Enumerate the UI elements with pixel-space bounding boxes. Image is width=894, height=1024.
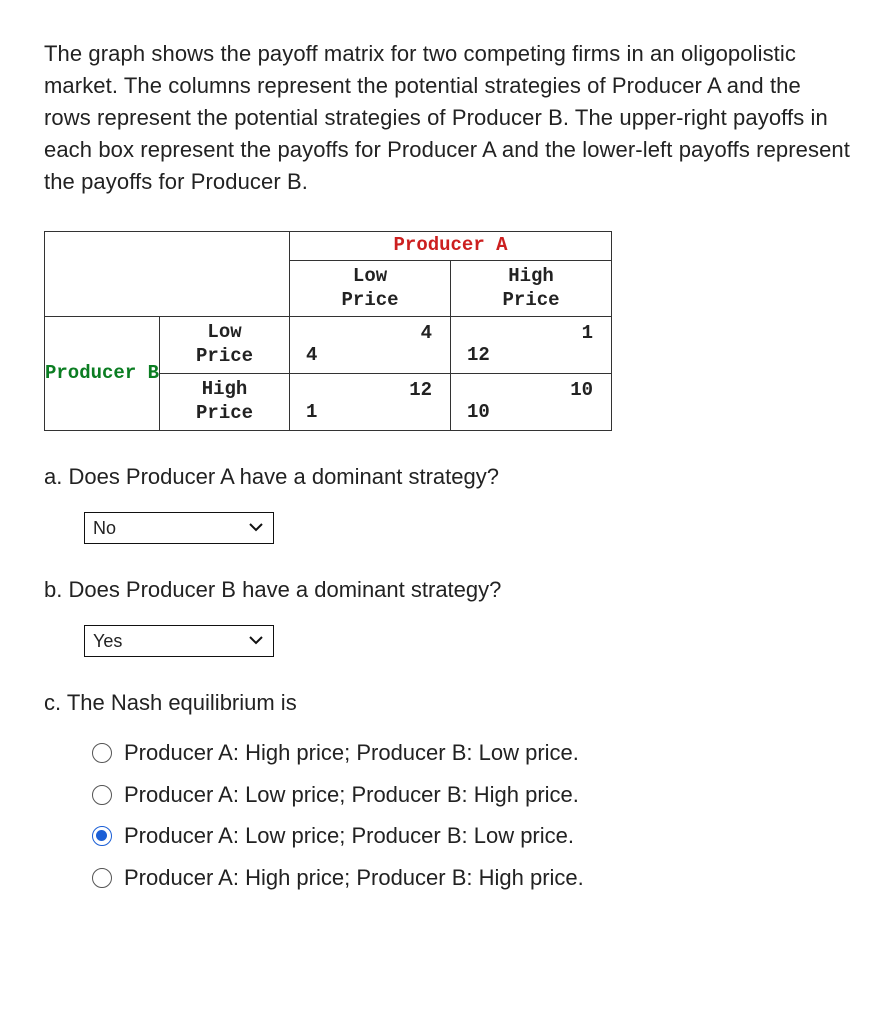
payoff-b: 10 xyxy=(467,399,490,427)
col-strategy-low: LowPrice xyxy=(290,261,451,317)
dropdown-value: No xyxy=(93,518,116,538)
cell-high-high: 10 10 xyxy=(451,374,612,431)
choice-2[interactable]: Producer A: Low price; Producer B: Low p… xyxy=(92,820,850,852)
radio-icon xyxy=(92,826,112,846)
cell-low-high: 1 12 xyxy=(451,317,612,374)
choice-3[interactable]: Producer A: High price; Producer B: High… xyxy=(92,862,850,894)
radio-icon xyxy=(92,868,112,888)
radio-icon xyxy=(92,743,112,763)
radio-icon xyxy=(92,785,112,805)
payoff-a: 10 xyxy=(570,377,593,405)
col-player-label: Producer A xyxy=(290,232,612,261)
payoff-b: 1 xyxy=(306,399,317,427)
payoff-a: 1 xyxy=(582,320,593,348)
payoff-a: 12 xyxy=(409,377,432,405)
part-b-text: b. Does Producer B have a dominant strat… xyxy=(44,574,850,606)
row-strategy-high: HighPrice xyxy=(160,374,290,431)
chevron-down-icon xyxy=(249,633,263,647)
col-strategy-high: HighPrice xyxy=(451,261,612,317)
choice-label: Producer A: Low price; Producer B: Low p… xyxy=(124,820,574,852)
part-a-text: a. Does Producer A have a dominant strat… xyxy=(44,461,850,493)
payoff-b: 4 xyxy=(306,342,317,370)
choice-0[interactable]: Producer A: High price; Producer B: Low … xyxy=(92,737,850,769)
part-b-dropdown[interactable]: Yes xyxy=(84,625,274,657)
question-intro: The graph shows the payoff matrix for tw… xyxy=(44,38,850,197)
cell-low-low: 4 4 xyxy=(290,317,451,374)
choice-label: Producer A: High price; Producer B: Low … xyxy=(124,737,579,769)
part-c-choices: Producer A: High price; Producer B: Low … xyxy=(92,737,850,895)
part-c-text: c. The Nash equilibrium is xyxy=(44,687,850,719)
part-a-dropdown[interactable]: No xyxy=(84,512,274,544)
matrix-corner xyxy=(45,232,290,317)
chevron-down-icon xyxy=(249,520,263,534)
payoff-matrix: Producer A LowPrice HighPrice Producer B… xyxy=(44,231,850,431)
row-strategy-low: LowPrice xyxy=(160,317,290,374)
row-player-label: Producer B xyxy=(45,317,160,431)
choice-1[interactable]: Producer A: Low price; Producer B: High … xyxy=(92,779,850,811)
dropdown-value: Yes xyxy=(93,631,122,651)
cell-high-low: 12 1 xyxy=(290,374,451,431)
choice-label: Producer A: High price; Producer B: High… xyxy=(124,862,584,894)
payoff-b: 12 xyxy=(467,342,490,370)
choice-label: Producer A: Low price; Producer B: High … xyxy=(124,779,579,811)
payoff-a: 4 xyxy=(421,320,432,348)
